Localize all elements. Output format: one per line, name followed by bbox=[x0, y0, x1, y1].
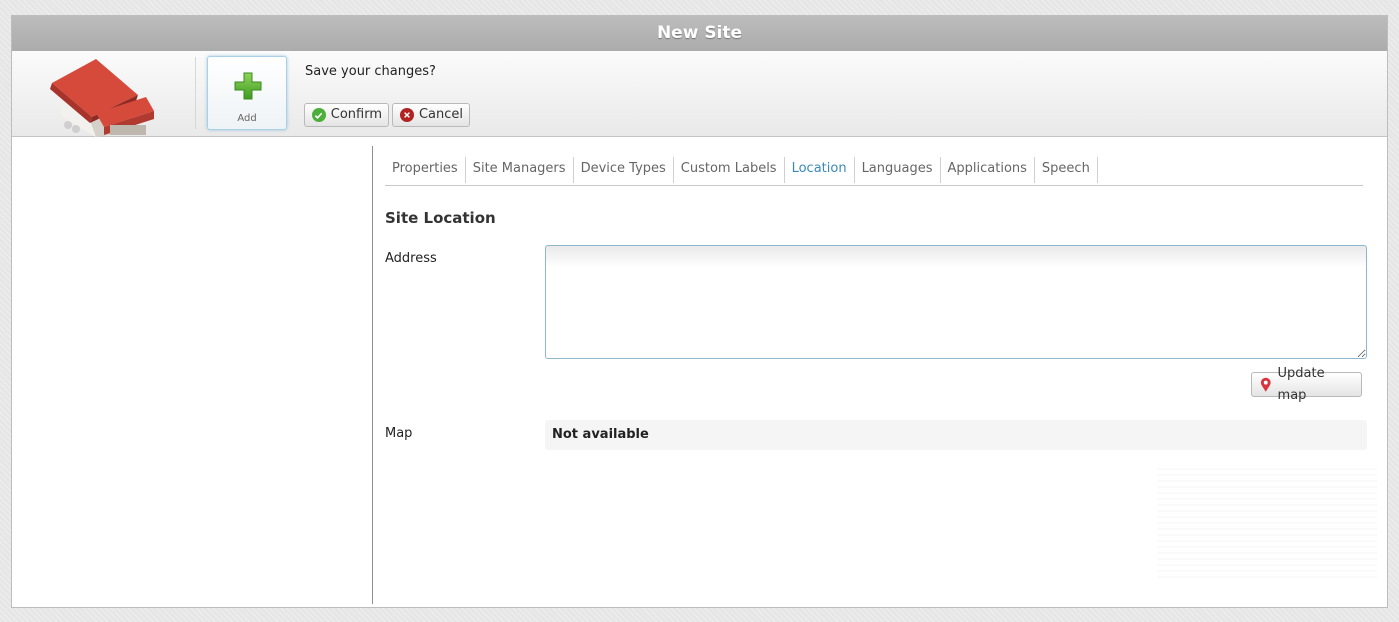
map-label: Map bbox=[385, 426, 413, 441]
map-status: Not available bbox=[545, 420, 1367, 450]
update-map-button[interactable]: Update map bbox=[1251, 366, 1362, 403]
toolbar-divider bbox=[195, 57, 196, 129]
plus-icon bbox=[234, 72, 262, 100]
background-texture bbox=[1157, 464, 1377, 582]
address-label: Address bbox=[385, 251, 437, 266]
tab-applications[interactable]: Applications bbox=[941, 157, 1035, 183]
toolbar: Add Save your changes? Confirm Cancel bbox=[12, 51, 1387, 137]
tab-location[interactable]: Location bbox=[785, 157, 855, 183]
update-map-label: Update map bbox=[1277, 365, 1325, 403]
tab-device-types[interactable]: Device Types bbox=[574, 157, 674, 183]
confirm-label: Confirm bbox=[330, 107, 382, 122]
tab-properties[interactable]: Properties bbox=[385, 157, 466, 183]
cancel-label: Cancel bbox=[418, 107, 463, 122]
tab-site-managers[interactable]: Site Managers bbox=[466, 157, 574, 183]
tab-speech[interactable]: Speech bbox=[1035, 157, 1098, 183]
add-button[interactable]: Add bbox=[207, 56, 287, 130]
tab-custom-labels[interactable]: Custom Labels bbox=[674, 157, 785, 183]
new-site-window: New Site Add Save your changes? Confirm … bbox=[11, 15, 1388, 608]
tab-bar: Properties Site Managers Device Types Cu… bbox=[385, 157, 1363, 186]
check-icon bbox=[312, 108, 326, 122]
map-pin-icon bbox=[1260, 377, 1271, 392]
confirm-button[interactable]: Confirm bbox=[304, 103, 389, 127]
close-icon bbox=[400, 108, 414, 122]
section-title: Site Location bbox=[385, 209, 496, 227]
save-prompt: Save your changes? bbox=[305, 64, 436, 79]
panel-divider bbox=[372, 146, 373, 604]
tab-languages[interactable]: Languages bbox=[855, 157, 941, 183]
add-button-label: Add bbox=[237, 113, 257, 124]
window-title: New Site bbox=[12, 16, 1387, 51]
address-field[interactable] bbox=[545, 245, 1367, 359]
cancel-button[interactable]: Cancel bbox=[392, 103, 470, 127]
building-logo-icon bbox=[50, 59, 154, 137]
